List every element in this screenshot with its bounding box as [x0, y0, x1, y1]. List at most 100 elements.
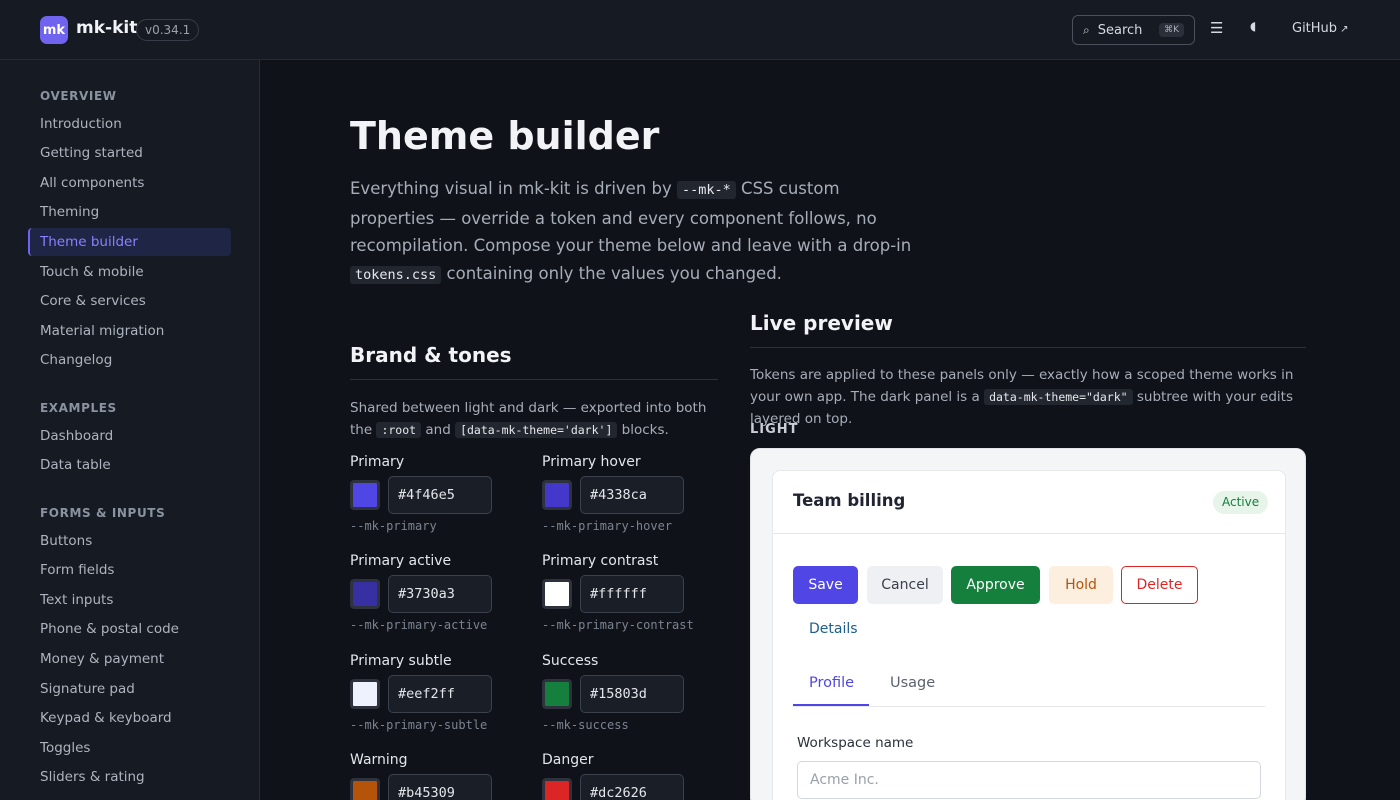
status-badge: Active [1213, 491, 1269, 514]
cancel-button[interactable]: Cancel [867, 566, 943, 604]
preview-section-title: Live preview [750, 311, 893, 335]
approve-button[interactable]: Approve [951, 566, 1040, 604]
sidebar-item-money-payment[interactable]: Money & payment [28, 645, 231, 673]
sidebar-item-introduction[interactable]: Introduction [28, 110, 231, 138]
delete-button[interactable]: Delete [1121, 566, 1198, 604]
token-label: Warning [350, 752, 408, 768]
color-value-input[interactable]: #b45309 [388, 774, 492, 800]
divider [773, 533, 1285, 534]
color-swatch[interactable] [542, 480, 572, 510]
workspace-name-input[interactable]: Acme Inc. [797, 761, 1261, 799]
desc-text: and [421, 422, 456, 438]
color-value-input[interactable]: #dc2626 [580, 774, 684, 800]
sidebar-section-overview: OVERVIEW [40, 89, 117, 103]
sidebar-item-material-migration[interactable]: Material migration [28, 317, 231, 345]
brand-name[interactable]: mk-kit [76, 18, 137, 38]
sidebar-item-signature-pad[interactable]: Signature pad [28, 675, 231, 703]
github-label: GitHub [1292, 21, 1338, 36]
desc-text: blocks. [617, 422, 669, 438]
preview-description: Tokens are applied to these panels only … [750, 364, 1310, 430]
sidebar-item-data-table[interactable]: Data table [28, 451, 231, 479]
color-swatch[interactable] [542, 778, 572, 800]
color-value-input[interactable]: #eef2ff [388, 675, 492, 713]
color-swatch[interactable] [350, 679, 380, 709]
token-label: Primary contrast [542, 553, 659, 569]
active-tab-indicator [793, 704, 869, 706]
sidebar-section-examples: EXAMPLES [40, 401, 117, 415]
token-label: Primary active [350, 553, 452, 569]
color-value-input[interactable]: #ffffff [580, 575, 684, 613]
css-variable-name: --mk-primary-contrast [542, 618, 694, 632]
version-badge: v0.34.1 [136, 19, 200, 41]
light-panel-label: LIGHT [750, 422, 799, 437]
workspace-name-label: Workspace name [797, 735, 914, 751]
desc-code: :root [376, 422, 422, 438]
search-shortcut: ⌘K [1159, 23, 1184, 37]
save-button[interactable]: Save [793, 566, 858, 604]
color-value-input[interactable]: #4338ca [580, 476, 684, 514]
intro-text: Everything visual in mk-kit is driven by [350, 179, 678, 198]
css-variable-name: --mk-primary-subtle [350, 718, 488, 732]
external-link-icon: ↗ [1340, 24, 1349, 35]
search-button[interactable]: ⌕ Search ⌘K [1072, 15, 1195, 45]
sidebar-item-all-components[interactable]: All components [28, 169, 231, 197]
sidebar-item-getting-started[interactable]: Getting started [28, 139, 231, 167]
sidebar: OVERVIEW Introduction Getting started Al… [0, 60, 260, 800]
color-value-input[interactable]: #4f46e5 [388, 476, 492, 514]
token-label: Primary hover [542, 454, 641, 470]
color-swatch[interactable] [350, 778, 380, 800]
page-title: Theme builder [350, 114, 660, 158]
search-label: Search [1097, 22, 1143, 38]
color-value-input[interactable]: #15803d [580, 675, 684, 713]
css-variable-name: --mk-primary-hover [542, 519, 673, 533]
intro-code-file: tokens.css [350, 265, 442, 284]
tabs-divider [793, 706, 1265, 707]
card-title: Team billing [793, 491, 906, 510]
intro-text: containing only the values you changed. [441, 263, 782, 283]
sidebar-item-buttons[interactable]: Buttons [28, 527, 231, 555]
brand-section-title: Brand & tones [350, 343, 512, 367]
sidebar-item-theme-builder[interactable]: Theme builder [28, 228, 231, 256]
color-swatch[interactable] [350, 579, 380, 609]
css-variable-name: --mk-success [542, 718, 629, 732]
details-link[interactable]: Details [809, 621, 858, 637]
color-swatch[interactable] [350, 480, 380, 510]
token-label: Danger [542, 752, 594, 768]
color-swatch[interactable] [542, 679, 572, 709]
logo[interactable]: mk [40, 16, 68, 44]
sidebar-item-sliders-rating[interactable]: Sliders & rating [28, 763, 231, 791]
sidebar-section-forms: FORMS & INPUTS [40, 506, 166, 520]
tab-usage[interactable]: Usage [890, 675, 935, 691]
top-bar: mk mk-kit v0.34.1 ⌕ Search ⌘K ☰ ◖ GitHub… [0, 0, 1400, 60]
token-label: Primary [350, 454, 405, 470]
light-preview-panel: Team billing Active Save Cancel Approve … [750, 448, 1306, 800]
color-value-input[interactable]: #3730a3 [388, 575, 492, 613]
sidebar-item-keypad-keyboard[interactable]: Keypad & keyboard [28, 704, 231, 732]
token-label: Primary subtle [350, 653, 452, 669]
token-label: Success [542, 653, 599, 669]
hold-button[interactable]: Hold [1049, 566, 1113, 604]
css-variable-name: --mk-primary [350, 519, 437, 533]
divider [350, 379, 718, 380]
sidebar-item-toggles[interactable]: Toggles [28, 734, 231, 762]
divider [750, 347, 1306, 348]
sidebar-item-touch-mobile[interactable]: Touch & mobile [28, 258, 231, 286]
theme-toggle-icon[interactable]: ◖ [1250, 19, 1256, 33]
sidebar-item-core-services[interactable]: Core & services [28, 287, 231, 315]
sidebar-item-form-fields[interactable]: Form fields [28, 556, 231, 584]
sidebar-item-dashboard[interactable]: Dashboard [28, 422, 231, 450]
preview-card: Team billing Active Save Cancel Approve … [772, 470, 1286, 800]
tab-profile[interactable]: Profile [809, 675, 854, 691]
sidebar-item-theming[interactable]: Theming [28, 198, 231, 226]
desc-code: data-mk-theme="dark" [984, 389, 1133, 405]
color-swatch[interactable] [542, 579, 572, 609]
sidebar-item-text-inputs[interactable]: Text inputs [28, 586, 231, 614]
css-variable-name: --mk-primary-active [350, 618, 488, 632]
sidebar-item-phone-postal[interactable]: Phone & postal code [28, 615, 231, 643]
intro-code-token: --mk-* [677, 181, 736, 199]
menu-icon[interactable]: ☰ [1210, 19, 1223, 37]
github-link[interactable]: GitHub ↗ [1292, 21, 1348, 36]
sidebar-item-changelog[interactable]: Changelog [28, 346, 231, 374]
desc-code: [data-mk-theme='dark'] [455, 422, 618, 438]
page-intro: Everything visual in mk-kit is driven by… [350, 175, 920, 289]
